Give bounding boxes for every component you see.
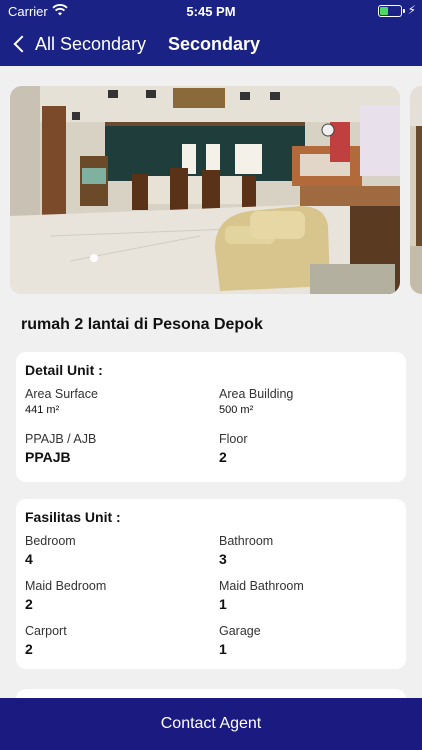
bedroom-label: Bedroom [25,534,76,548]
carport-field: Carport 2 [25,624,67,657]
contact-agent-button[interactable]: Contact Agent [0,698,422,750]
maid-bedroom-field: Maid Bedroom 2 [25,579,106,612]
bathroom-field: Bathroom 3 [219,534,273,567]
area-surface-value: 441 m² [25,404,60,416]
facilities-heading: Fasilitas Unit : [25,509,121,525]
next-section-card [16,689,406,698]
bathroom-label: Bathroom [219,534,274,548]
area-surface-field: Area Surface 441 m² [25,387,98,416]
area-building-value: 500 m² [219,404,254,416]
ppajb-value: PPAJB [25,449,71,465]
status-bar: Carrier 5:45 PM ⚡ [0,0,422,22]
area-building-field: Area Building 500 m² [219,387,293,416]
scroll-content[interactable]: rumah 2 lantai di Pesona Depok Detail Un… [0,66,422,698]
facilities-card: Fasilitas Unit : Bedroom 4 Bathroom 3 Ma… [16,499,406,669]
property-photo[interactable] [10,86,400,294]
maid-bathroom-field: Maid Bathroom 1 [219,579,304,612]
garage-field: Garage 1 [219,624,261,657]
page-title: Secondary [168,34,261,54]
carport-label: Carport [25,624,67,638]
maid-bedroom-value: 2 [25,596,33,612]
battery-icon [378,5,405,17]
back-button[interactable]: All Secondary [10,22,146,66]
bathroom-value: 3 [219,551,227,567]
clock: 5:45 PM [186,4,236,19]
area-surface-label: Area Surface [25,387,98,401]
back-button-label: All Secondary [35,33,147,54]
ppajb-field: PPAJB / AJB PPAJB [25,432,96,465]
listing-title: rumah 2 lantai di Pesona Depok [21,316,263,333]
maid-bathroom-label: Maid Bathroom [219,579,304,593]
detail-unit-heading: Detail Unit : [25,362,103,378]
navigation-bar: All Secondary Secondary [0,22,422,66]
carport-value: 2 [25,641,33,657]
bedroom-field: Bedroom 4 [25,534,76,567]
floor-label: Floor [219,432,248,446]
area-building-label: Area Building [219,387,294,401]
ppajb-label: PPAJB / AJB [25,432,97,446]
floor-value: 2 [219,449,227,465]
maid-bedroom-label: Maid Bedroom [25,579,107,593]
floor-field: Floor 2 [219,432,247,465]
garage-label: Garage [219,624,261,638]
maid-bathroom-value: 1 [219,596,227,612]
charging-icon: ⚡ [407,3,416,17]
chevron-left-icon [13,35,31,53]
garage-value: 1 [219,641,227,657]
next-photo-preview[interactable] [410,86,422,294]
bedroom-value: 4 [25,551,33,567]
photo-gallery[interactable] [10,86,422,294]
detail-unit-card: Detail Unit : Area Surface 441 m² Area B… [16,352,406,482]
